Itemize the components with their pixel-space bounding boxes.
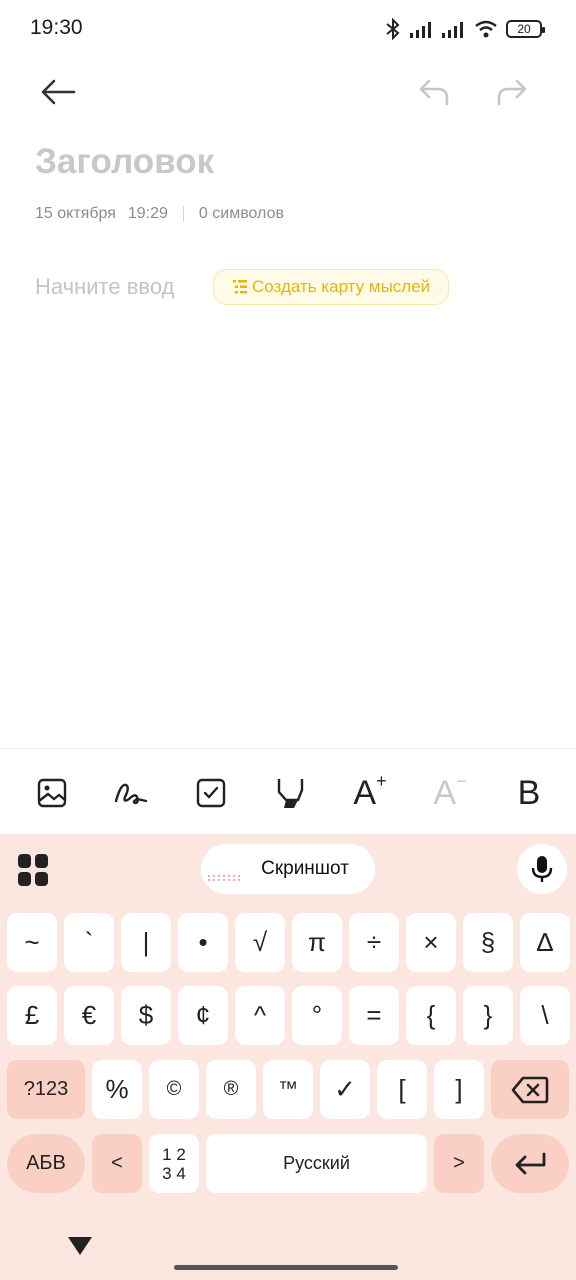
undo-button[interactable]	[412, 70, 456, 114]
note-time: 19:29	[127, 205, 168, 222]
redo-button[interactable]	[490, 70, 534, 114]
status-time: 19:30	[30, 16, 83, 39]
battery-level: 20	[517, 22, 531, 36]
status-bar: 19:30 20	[0, 0, 576, 58]
keyboard-top-bar: Скриншот	[0, 844, 576, 896]
wifi-icon	[475, 20, 497, 38]
checklist-button[interactable]	[187, 769, 235, 817]
back-button[interactable]	[36, 70, 80, 114]
battery-icon: 20	[506, 20, 545, 38]
screenshot-suggestion[interactable]: Скриншот	[201, 844, 375, 894]
arrow-left-icon	[41, 79, 76, 105]
key-delta[interactable]: ∆	[520, 913, 570, 972]
key-greater-than[interactable]: >	[434, 1134, 484, 1193]
key-pound[interactable]: £	[7, 986, 57, 1045]
create-mindmap-button[interactable]: Создать карту мыслей	[213, 269, 450, 305]
apps-grid-icon[interactable]	[18, 854, 50, 886]
checkbox-icon	[196, 778, 226, 808]
key-pi[interactable]: π	[292, 913, 342, 972]
list-icon	[233, 280, 247, 294]
microphone-icon	[531, 856, 553, 882]
key-left-bracket[interactable]: [	[377, 1060, 427, 1119]
home-indicator[interactable]	[174, 1265, 398, 1270]
decrease-font-button[interactable]: A −	[426, 769, 474, 817]
key-copyright[interactable]: ©	[149, 1060, 199, 1119]
plus-icon: +	[376, 770, 387, 791]
create-mindmap-label: Создать карту мыслей	[252, 277, 431, 296]
key-checkmark[interactable]: ✓	[320, 1060, 370, 1119]
screenshot-thumbnail-icon	[208, 875, 240, 881]
bold-label: B	[517, 773, 541, 812]
meta-divider	[182, 206, 184, 222]
minus-icon: −	[456, 770, 467, 791]
keyboard: Скриншот ~ ` | • √ π ÷ × § ∆ £ € $ ¢ ^ °…	[0, 834, 576, 1280]
key-cent[interactable]: ¢	[178, 986, 228, 1045]
key-right-bracket[interactable]: ]	[434, 1060, 484, 1119]
undo-icon	[419, 79, 449, 106]
key-section[interactable]: §	[463, 913, 513, 972]
key-registered[interactable]: ®	[206, 1060, 256, 1119]
space-key[interactable]: Русский	[206, 1134, 427, 1193]
key-tilde[interactable]: ~	[7, 913, 57, 972]
hide-keyboard-icon[interactable]	[67, 1236, 93, 1256]
signal-icon	[410, 22, 431, 38]
key-dollar[interactable]: $	[121, 986, 171, 1045]
voice-input-button[interactable]	[517, 844, 567, 894]
insert-image-button[interactable]	[28, 769, 76, 817]
redo-icon	[497, 79, 527, 106]
highlighter-button[interactable]	[266, 769, 314, 817]
key-numeric-mode[interactable]: ?123	[7, 1060, 85, 1119]
signal-icon-2	[442, 22, 463, 38]
enter-icon	[515, 1152, 546, 1174]
key-more-symbols[interactable]: 1 2 3 4	[149, 1134, 199, 1193]
image-icon	[37, 778, 67, 808]
note-date: 15 октября	[35, 205, 116, 222]
font-up-label: A	[353, 773, 377, 812]
key-percent[interactable]: %	[92, 1060, 142, 1119]
increase-font-button[interactable]: A +	[346, 769, 394, 817]
key-pipe[interactable]: |	[121, 913, 171, 972]
key-alphabet-mode[interactable]: АБВ	[7, 1134, 85, 1193]
backspace-key[interactable]	[491, 1060, 569, 1119]
status-icons: 20	[384, 18, 545, 40]
note-meta: 15 октября 19:29 0 символов	[35, 205, 284, 223]
bold-button[interactable]: B	[505, 769, 553, 817]
key-less-than[interactable]: <	[92, 1134, 142, 1193]
key-trademark[interactable]: ™	[263, 1060, 313, 1119]
key-backslash[interactable]: \	[520, 986, 570, 1045]
key-bullet[interactable]: •	[178, 913, 228, 972]
scribble-icon	[114, 783, 148, 805]
note-title-input[interactable]: Заголовок	[35, 142, 214, 182]
key-multiply[interactable]: ×	[406, 913, 456, 972]
key-equals[interactable]: =	[349, 986, 399, 1045]
key-left-brace[interactable]: {	[406, 986, 456, 1045]
format-toolbar: A + A − B	[0, 748, 576, 834]
key-divide[interactable]: ÷	[349, 913, 399, 972]
highlighter-icon	[277, 779, 304, 808]
char-count: 0 символов	[198, 205, 284, 222]
key-right-brace[interactable]: }	[463, 986, 513, 1045]
key-degree[interactable]: °	[292, 986, 342, 1045]
bluetooth-icon	[386, 18, 400, 40]
enter-key[interactable]	[491, 1134, 569, 1193]
backspace-icon	[511, 1076, 549, 1103]
screenshot-label: Скриншот	[261, 858, 349, 879]
key-sqrt[interactable]: √	[235, 913, 285, 972]
key-backtick[interactable]: `	[64, 913, 114, 972]
key-caret[interactable]: ^	[235, 986, 285, 1045]
note-body-input[interactable]: Начните ввод	[35, 274, 174, 300]
key-euro[interactable]: €	[64, 986, 114, 1045]
font-down-label: A	[433, 773, 457, 812]
handwriting-button[interactable]	[107, 769, 155, 817]
